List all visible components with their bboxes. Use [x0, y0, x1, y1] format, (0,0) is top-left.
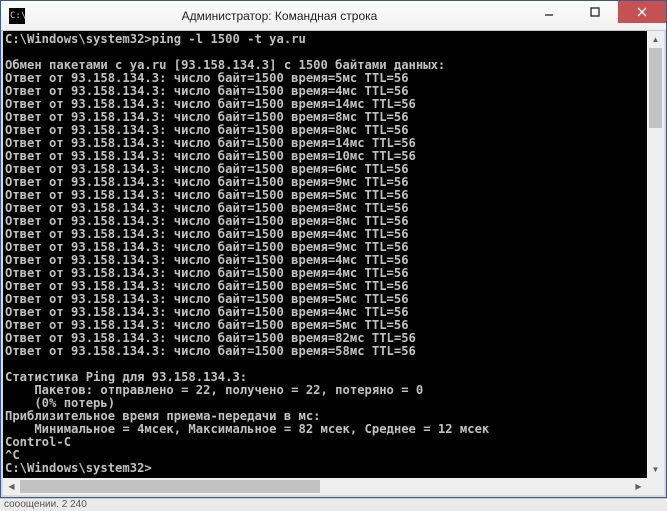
- maximize-button[interactable]: [572, 1, 618, 23]
- window-title: Администратор: Командная строка: [33, 9, 526, 23]
- terminal-viewport: C:\Windows\system32>ping -l 1500 -t ya.r…: [1, 31, 666, 497]
- minimize-button[interactable]: [526, 1, 572, 23]
- horizontal-scrollbar[interactable]: ◀ ▶: [3, 478, 647, 495]
- scroll-thumb-horizontal[interactable]: [20, 480, 320, 493]
- scroll-track-horizontal[interactable]: [20, 478, 630, 495]
- window-controls: [526, 1, 666, 30]
- vertical-scrollbar[interactable]: ▲ ▼: [647, 31, 664, 478]
- scroll-up-button[interactable]: ▲: [647, 31, 664, 48]
- titlebar[interactable]: C:\ Администратор: Командная строка: [1, 1, 666, 31]
- command-prompt-window: C:\ Администратор: Командная строка C:\W…: [0, 0, 667, 498]
- close-button[interactable]: [618, 1, 666, 23]
- scroll-thumb-vertical[interactable]: [649, 48, 662, 128]
- scroll-right-button[interactable]: ▶: [630, 478, 647, 495]
- taskbar-fragment: сооощении. 2 240: [0, 498, 667, 511]
- scroll-down-button[interactable]: ▼: [647, 461, 664, 478]
- terminal-output[interactable]: C:\Windows\system32>ping -l 1500 -t ya.r…: [3, 31, 647, 478]
- scroll-track-vertical[interactable]: [647, 48, 664, 461]
- cmd-icon: C:\: [9, 8, 25, 24]
- scroll-left-button[interactable]: ◀: [3, 478, 20, 495]
- scroll-corner: [647, 478, 664, 495]
